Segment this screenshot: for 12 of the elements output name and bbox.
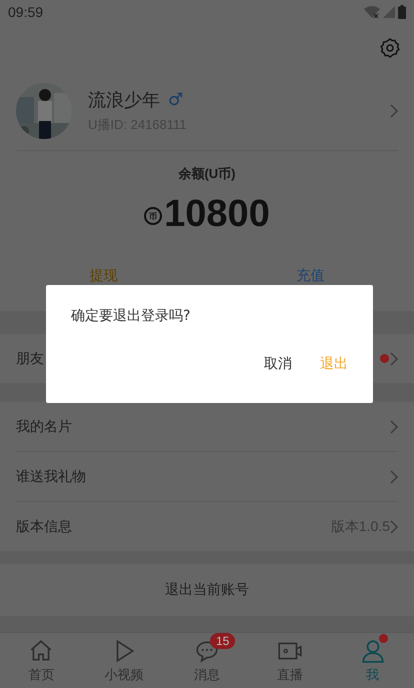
user-name: 流浪少年 — [88, 89, 160, 112]
balance-amount: 10800 — [164, 195, 270, 233]
status-time: 09:59 — [8, 4, 44, 20]
balance-label: 余额(U币) — [178, 165, 236, 183]
unread-badge: 15 — [210, 632, 236, 648]
menu-label: 谁送我礼物 — [16, 468, 86, 486]
dialog-message: 确定要退出登录吗? — [71, 307, 192, 325]
coin-icon: 币 — [144, 207, 162, 225]
menu-label: 版本信息 — [16, 518, 72, 536]
gender-symbol: ♂ — [168, 90, 184, 110]
menu-label: 朋友 — [16, 350, 44, 368]
menu-label: 我的名片 — [16, 418, 72, 436]
